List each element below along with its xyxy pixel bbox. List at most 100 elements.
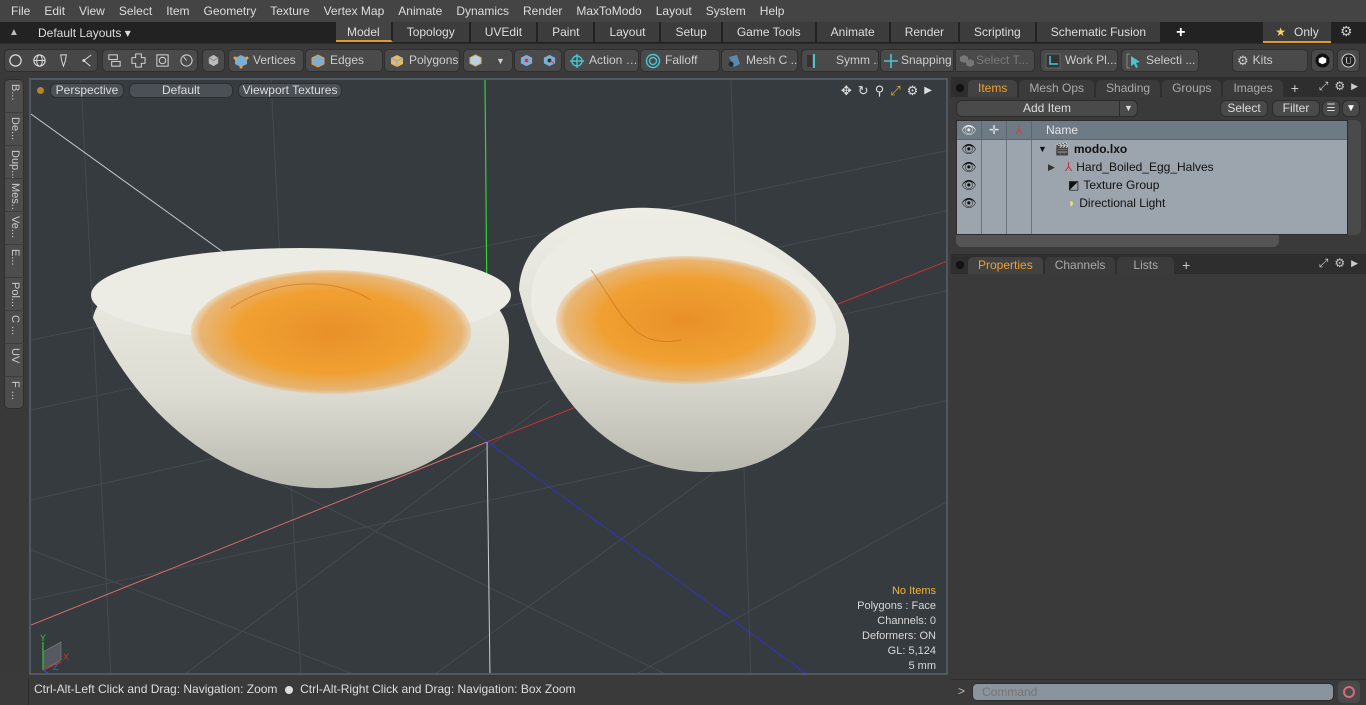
rotate-tool-icon[interactable] <box>175 49 198 72</box>
tree-row-mesh[interactable]: 👁 ▶ ⅄ Hard_Boiled_Egg_Halves <box>957 158 1347 176</box>
expand-triangle-icon[interactable]: ▼ <box>1038 144 1047 154</box>
menu-texture[interactable]: Texture <box>263 0 316 22</box>
viewport-options-dot[interactable] <box>37 86 44 94</box>
mode-dropdown-icon[interactable]: ▼ <box>489 49 512 72</box>
strip-tab-vertex[interactable]: Ve... <box>5 212 25 245</box>
tab-animate[interactable]: Animate <box>816 22 891 42</box>
record-macro-button[interactable] <box>1338 681 1360 703</box>
strip-tab-edge[interactable]: E... <box>5 245 25 278</box>
tab-uvedit[interactable]: UVEdit <box>470 22 539 42</box>
extrude-tool-icon[interactable] <box>127 49 150 72</box>
strip-tab-curve[interactable]: C ... <box>5 311 25 344</box>
visibility-eye-icon[interactable]: 👁 <box>957 158 982 176</box>
strip-tab-uv[interactable]: UV <box>5 344 25 377</box>
tab-items[interactable]: Items <box>968 80 1018 97</box>
menu-help[interactable]: Help <box>753 0 792 22</box>
unreal-kit-icon[interactable]: U <box>1337 49 1360 72</box>
add-panel-tab-icon[interactable]: + <box>1182 257 1190 274</box>
maximize-icon[interactable]: ⤢ <box>890 83 900 99</box>
panel-gear-icon[interactable]: ⚙ <box>1334 256 1345 271</box>
command-input[interactable] <box>972 683 1334 701</box>
tab-lists[interactable]: Lists <box>1117 257 1175 274</box>
layout-selector[interactable]: Default Layouts ▾ <box>38 26 324 40</box>
filter-button[interactable]: Filter <box>1272 100 1320 117</box>
strip-tab-polygon[interactable]: Pol... <box>5 278 25 311</box>
panel-expand-icon[interactable]: ▶ <box>1351 256 1358 271</box>
collapse-triangle-icon[interactable]: ▶ <box>1048 162 1055 173</box>
panel-maximize-icon[interactable]: ⤢ <box>1319 256 1329 271</box>
strip-tab-basic[interactable]: B... <box>5 80 25 113</box>
lock-column-icon[interactable]: ✛ <box>982 121 1007 139</box>
tab-channels[interactable]: Channels <box>1044 257 1116 274</box>
add-tab-icon[interactable]: + <box>1176 24 1185 42</box>
tab-images[interactable]: Images <box>1223 80 1283 97</box>
panel-gear-icon[interactable]: ⚙ <box>1334 79 1345 94</box>
menu-edit[interactable]: Edit <box>37 0 72 22</box>
unity-kit-icon[interactable] <box>1311 49 1334 72</box>
menu-maxtomodo[interactable]: MaxToModo <box>569 0 648 22</box>
shading-mode-button[interactable]: Default <box>129 82 233 98</box>
falloff-button[interactable]: Falloff <box>640 49 720 72</box>
menu-layout[interactable]: Layout <box>649 0 699 22</box>
panel-expand-icon[interactable]: ▶ <box>1351 79 1358 94</box>
panel-options-dot[interactable] <box>956 84 964 92</box>
strip-tab-duplicate[interactable]: Dup... <box>5 146 25 179</box>
strip-tab-mesh-edit[interactable]: Mes... <box>5 179 25 212</box>
tree-row-directional-light[interactable]: 👁 ◗ Directional Light <box>957 194 1347 212</box>
visibility-eye-icon[interactable]: 👁 <box>957 194 982 212</box>
select-button[interactable]: Select <box>1220 100 1268 117</box>
polygons-mode-button[interactable]: Polygons <box>384 49 460 72</box>
name-column-header[interactable]: Name <box>1032 121 1347 139</box>
curve-tool-icon[interactable] <box>76 49 99 72</box>
inset-tool-icon[interactable] <box>151 49 174 72</box>
visibility-eye-icon[interactable]: 👁 <box>957 140 982 158</box>
collapse-icon[interactable]: ▲ <box>0 27 28 38</box>
panel-options-dot[interactable] <box>956 261 964 269</box>
mesh-item-icon[interactable] <box>202 49 225 72</box>
tab-paint[interactable]: Paint <box>538 22 596 42</box>
panel-maximize-icon[interactable]: ⤢ <box>1319 79 1329 94</box>
work-plane-button[interactable]: Work Pl... <box>1040 49 1118 72</box>
tab-render[interactable]: Render <box>890 22 961 42</box>
symmetry-button[interactable]: Symm ... <box>801 49 879 72</box>
pivot-icon[interactable] <box>538 49 561 72</box>
egg-half-left[interactable] <box>91 248 511 489</box>
tab-properties[interactable]: Properties <box>968 257 1043 274</box>
viewport-scene[interactable]: Y X Z <box>31 80 948 675</box>
kits-button[interactable]: ⚙ Kits <box>1232 49 1308 72</box>
strip-tab-fusion[interactable]: F ... <box>5 377 25 410</box>
center-icon[interactable] <box>515 49 538 72</box>
expand-right-icon[interactable]: ▶ <box>924 83 932 99</box>
bevel-tool-icon[interactable] <box>103 49 126 72</box>
egg-half-right[interactable] <box>519 207 850 473</box>
tab-topology[interactable]: Topology <box>392 22 471 42</box>
gear-icon[interactable]: ⚙ <box>1340 23 1353 40</box>
pan-icon[interactable]: ✥ <box>841 83 852 99</box>
action-center-button[interactable]: Action … <box>564 49 639 72</box>
tree-row-texture-group[interactable]: 👁 ◩ Texture Group <box>957 176 1347 194</box>
snapping-button[interactable]: Snapping <box>880 49 954 72</box>
visibility-eye-icon[interactable]: 👁 <box>957 176 982 194</box>
tab-schematic-fusion[interactable]: Schematic Fusion <box>1036 22 1163 42</box>
viewport-gear-icon[interactable]: ⚙ <box>907 83 919 99</box>
edges-mode-button[interactable]: Edges <box>305 49 383 72</box>
menu-view[interactable]: View <box>72 0 112 22</box>
select-through-button[interactable]: Select T... <box>955 49 1035 72</box>
only-toggle[interactable]: ★ Only <box>1263 22 1331 43</box>
strip-tab-deform[interactable]: De... <box>5 113 25 146</box>
tab-setup[interactable]: Setup <box>661 22 723 42</box>
menu-dynamics[interactable]: Dynamics <box>449 0 516 22</box>
menu-animate[interactable]: Animate <box>391 0 449 22</box>
menu-item[interactable]: Item <box>159 0 196 22</box>
3d-viewport[interactable]: Y X Z Perspective Default Viewport Textu… <box>29 78 948 675</box>
tab-shading[interactable]: Shading <box>1096 80 1161 97</box>
tab-model[interactable]: Model <box>336 22 393 42</box>
locator-column-icon[interactable]: ⅄ <box>1007 121 1032 139</box>
menu-file[interactable]: File <box>4 0 37 22</box>
menu-render[interactable]: Render <box>516 0 569 22</box>
view-mode-button[interactable]: Perspective <box>50 82 124 98</box>
menu-geometry[interactable]: Geometry <box>197 0 264 22</box>
tree-row-scene[interactable]: 👁 ▼ 🎬 modo.lxo <box>957 140 1347 158</box>
item-list-hscrollbar[interactable] <box>956 235 1279 247</box>
pen-tool-icon[interactable] <box>52 49 75 72</box>
